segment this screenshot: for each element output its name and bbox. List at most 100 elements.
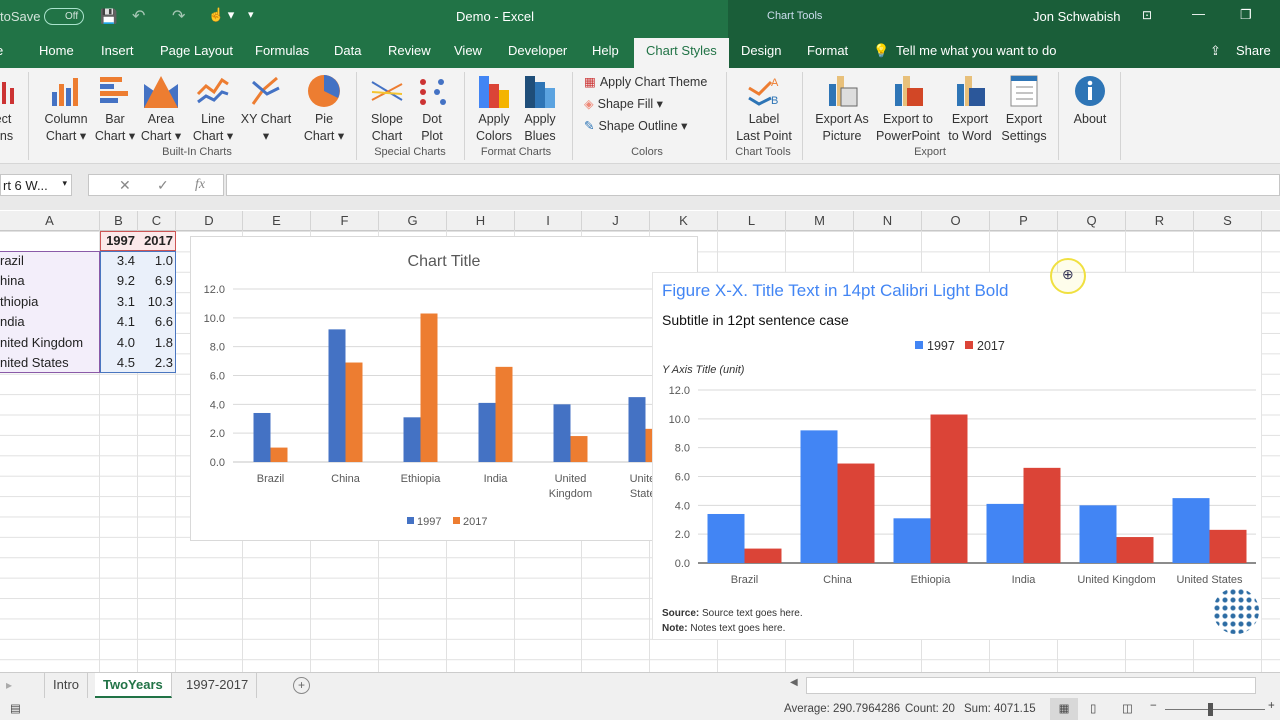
tab-file[interactable]: e bbox=[0, 43, 3, 58]
bar-chart-button[interactable]: Bar Chart ▾ bbox=[94, 74, 136, 145]
touch-mode-icon[interactable]: ☝ ▾ bbox=[208, 7, 234, 23]
column-header-l[interactable]: L bbox=[718, 211, 786, 231]
slope-chart-button[interactable]: Slope Chart bbox=[364, 74, 410, 145]
undo-icon[interactable]: ↶ bbox=[132, 6, 145, 26]
column-header-p[interactable]: P bbox=[990, 211, 1058, 231]
export-settings-button[interactable]: Export Settings bbox=[998, 74, 1050, 145]
normal-view-icon[interactable]: ▦ bbox=[1050, 698, 1078, 720]
select-options-button[interactable]: ectons bbox=[0, 74, 18, 145]
pie-chart-button[interactable]: Pie Chart ▾ bbox=[302, 74, 346, 145]
restore-icon[interactable]: ❐ bbox=[1240, 7, 1252, 23]
value-cell[interactable]: 9.2 bbox=[100, 271, 138, 291]
save-icon[interactable]: 💾 bbox=[100, 8, 117, 25]
share-button[interactable]: Share bbox=[1236, 43, 1271, 58]
value-cell[interactable]: 3.1 bbox=[100, 292, 138, 312]
column-header-j[interactable]: J bbox=[582, 211, 650, 231]
header-2017[interactable]: 2017 bbox=[138, 231, 176, 251]
macro-record-icon[interactable]: ▤ bbox=[10, 701, 21, 715]
column-header-b[interactable]: B bbox=[100, 211, 138, 231]
tab-format[interactable]: Format bbox=[807, 43, 848, 58]
export-as-picture-button[interactable]: Export As Picture bbox=[810, 74, 874, 145]
name-box[interactable]: rt 6 W... ▾ bbox=[0, 174, 72, 196]
value-cell[interactable]: 2.3 bbox=[138, 353, 176, 373]
value-cell[interactable]: 1.8 bbox=[138, 333, 176, 353]
export-to-word-button[interactable]: Export to Word bbox=[944, 74, 996, 145]
column-header-m[interactable]: M bbox=[786, 211, 854, 231]
tab-design[interactable]: Design bbox=[741, 43, 781, 58]
column-header-q[interactable]: Q bbox=[1058, 211, 1126, 231]
line-chart-button[interactable]: Line Chart ▾ bbox=[190, 74, 236, 145]
column-header-o[interactable]: O bbox=[922, 211, 990, 231]
horizontal-scrollbar[interactable] bbox=[806, 677, 1256, 694]
share-icon[interactable]: ⇪ bbox=[1210, 43, 1221, 59]
area-chart-button[interactable]: Area Chart ▾ bbox=[138, 74, 184, 145]
column-header-f[interactable]: F bbox=[311, 211, 379, 231]
column-header-d[interactable]: D bbox=[176, 211, 243, 231]
value-cell[interactable]: 4.5 bbox=[100, 353, 138, 373]
user-name[interactable]: Jon Schwabish bbox=[1033, 9, 1120, 24]
value-cell[interactable]: 1.0 bbox=[138, 251, 176, 271]
country-cell[interactable]: nited Kingdom bbox=[0, 333, 100, 353]
tab-view[interactable]: View bbox=[454, 43, 482, 58]
column-header-c[interactable]: C bbox=[138, 211, 176, 231]
value-cell[interactable]: 3.4 bbox=[100, 251, 138, 271]
customize-qat-icon[interactable]: ▾ bbox=[248, 8, 254, 21]
label-last-point-button[interactable]: A B Label Last Point bbox=[734, 74, 794, 145]
page-break-view-icon[interactable]: ◫ bbox=[1122, 701, 1133, 715]
column-header-n[interactable]: N bbox=[854, 211, 922, 231]
styled-chart[interactable]: Figure X-X. Title Text in 14pt Calibri L… bbox=[652, 272, 1262, 640]
enter-icon[interactable]: ✓ bbox=[157, 177, 169, 194]
country-cell[interactable]: razil bbox=[0, 251, 100, 271]
zoom-in-button[interactable]: + bbox=[1268, 700, 1275, 712]
new-sheet-button[interactable]: + bbox=[293, 677, 310, 694]
value-cell[interactable]: 6.6 bbox=[138, 312, 176, 332]
column-header-k[interactable]: K bbox=[650, 211, 718, 231]
header-1997[interactable]: 1997 bbox=[100, 231, 138, 251]
column-header-r[interactable]: R bbox=[1126, 211, 1194, 231]
ribbon-display-icon[interactable]: ⊡ bbox=[1142, 8, 1152, 22]
tab-home[interactable]: Home bbox=[39, 43, 74, 58]
minimize-icon[interactable]: — bbox=[1192, 6, 1205, 21]
default-chart[interactable]: Chart Title 0.0 2.0 4.0 6.0 8.0 10.0 12.0 Brazil… bbox=[190, 236, 698, 541]
zoom-slider-thumb[interactable] bbox=[1208, 703, 1213, 716]
tab-formulas[interactable]: Formulas bbox=[255, 43, 309, 58]
value-cell[interactable]: 4.0 bbox=[100, 333, 138, 353]
shape-outline-button[interactable]: ✎ Shape Outline ▾ bbox=[584, 118, 687, 133]
column-header-h[interactable]: H bbox=[447, 211, 515, 231]
column-chart-button[interactable]: Column Chart ▾ bbox=[40, 74, 92, 145]
value-cell[interactable]: 10.3 bbox=[138, 292, 176, 312]
tab-insert[interactable]: Insert bbox=[101, 43, 134, 58]
scroll-left-icon[interactable]: ◀ bbox=[790, 677, 798, 688]
country-cell[interactable]: hina bbox=[0, 271, 100, 291]
column-header-i[interactable]: I bbox=[515, 211, 582, 231]
insert-function-icon[interactable]: fx bbox=[195, 177, 205, 193]
dot-plot-button[interactable]: Dot Plot bbox=[412, 74, 452, 145]
country-cell[interactable]: nited States bbox=[0, 353, 100, 373]
tab-help[interactable]: Help bbox=[592, 43, 619, 58]
apply-blues-button[interactable]: Apply Blues bbox=[518, 74, 562, 145]
export-to-powerpoint-button[interactable]: Export to PowerPoint bbox=[874, 74, 942, 145]
tab-data[interactable]: Data bbox=[334, 43, 361, 58]
zoom-out-button[interactable]: − bbox=[1150, 700, 1157, 712]
value-cell[interactable]: 6.9 bbox=[138, 271, 176, 291]
tab-chart-styles[interactable]: Chart Styles bbox=[634, 38, 729, 68]
about-button[interactable]: About bbox=[1066, 74, 1114, 128]
shape-fill-button[interactable]: ◈ Shape Fill ▾ bbox=[584, 96, 663, 111]
column-header-a[interactable]: A bbox=[0, 211, 100, 231]
value-cell[interactable]: 4.1 bbox=[100, 312, 138, 332]
page-layout-view-icon[interactable]: ▯ bbox=[1090, 701, 1096, 715]
tell-me-search[interactable]: Tell me what you want to do bbox=[896, 43, 1056, 58]
column-header-s[interactable]: S bbox=[1194, 211, 1262, 231]
tab-developer[interactable]: Developer bbox=[508, 43, 567, 58]
tab-page-layout[interactable]: Page Layout bbox=[160, 43, 233, 58]
autosave-toggle[interactable]: Off bbox=[44, 8, 84, 25]
apply-chart-theme-button[interactable]: ▦ Apply Chart Theme bbox=[584, 74, 707, 90]
sheet-tab-intro[interactable]: Intro bbox=[44, 673, 89, 698]
sheet-tab-twoyears[interactable]: TwoYears bbox=[95, 673, 172, 698]
sheet-tab-1997-2017[interactable]: 1997-2017 bbox=[178, 673, 258, 698]
zoom-slider[interactable] bbox=[1165, 709, 1265, 710]
redo-icon[interactable]: ↷ bbox=[172, 6, 185, 26]
xy-chart-button[interactable]: XY Chart ▾ bbox=[240, 74, 292, 145]
country-cell[interactable]: ndia bbox=[0, 312, 100, 332]
formula-input[interactable] bbox=[226, 174, 1280, 196]
